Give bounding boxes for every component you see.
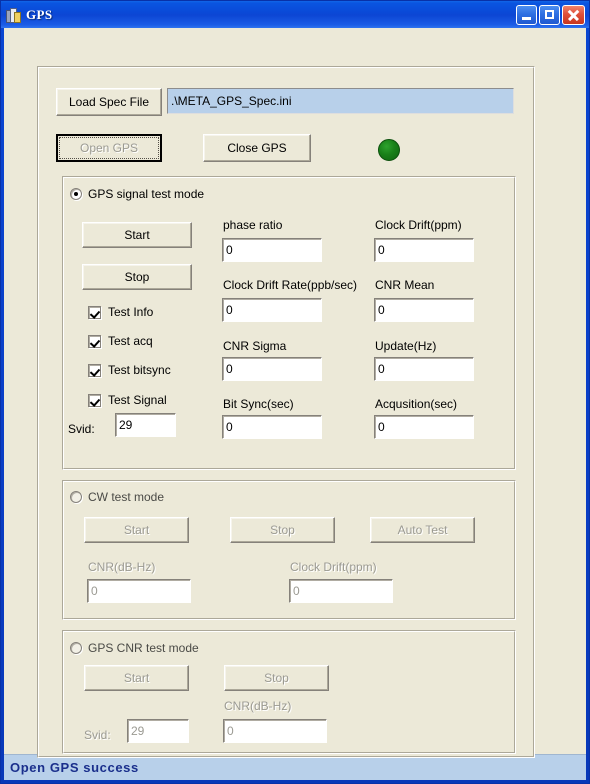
gps-cnr-start-button[interactable]: Start: [84, 665, 189, 691]
radio-dot-icon: [70, 642, 82, 654]
checkbox-icon: [88, 334, 101, 348]
clock-drift-rate-label: Clock Drift Rate(ppb/sec): [223, 278, 358, 292]
status-message: Open GPS success: [10, 760, 139, 775]
application-icon: [5, 7, 21, 23]
minimize-icon[interactable]: [516, 4, 537, 25]
acquisition-input[interactable]: 0: [374, 415, 474, 439]
connection-status-led: [378, 139, 400, 161]
cnr-sigma-label: CNR Sigma: [223, 339, 287, 353]
gps-signal-test-mode-label: GPS signal test mode: [88, 187, 205, 201]
checkbox-icon: [88, 363, 101, 377]
checkbox-icon: [88, 305, 101, 319]
gps-cnr-svid-input[interactable]: 29: [127, 719, 189, 743]
checkbox-test-info[interactable]: Test Info: [88, 305, 153, 319]
clock-drift-rate-input[interactable]: 0: [222, 298, 322, 322]
gps-cnr-test-mode-label: GPS CNR test mode: [88, 641, 199, 655]
cnr-sigma-input[interactable]: 0: [222, 357, 322, 381]
gps-signal-start-button[interactable]: Start: [82, 222, 192, 248]
cw-cnr-label: CNR(dB-Hz): [88, 560, 156, 574]
checkbox-icon: [88, 393, 101, 407]
cw-clock-drift-input[interactable]: 0: [289, 579, 393, 603]
cw-stop-button[interactable]: Stop: [230, 517, 335, 543]
checkbox-test-signal-label: Test Signal: [108, 393, 167, 407]
spec-file-path-field[interactable]: .\META_GPS_Spec.ini: [167, 88, 514, 114]
cnr-mean-label: CNR Mean: [375, 278, 435, 292]
phase-ratio-input[interactable]: 0: [222, 238, 322, 262]
cw-cnr-input[interactable]: 0: [87, 579, 191, 603]
checkbox-test-bitsync-label: Test bitsync: [108, 363, 171, 377]
client-area: Load Spec File .\META_GPS_Spec.ini Open …: [4, 28, 586, 780]
svid-label: Svid:: [68, 422, 95, 436]
window-controls: [516, 4, 587, 25]
gps-cnr-test-mode-radio[interactable]: GPS CNR test mode: [70, 641, 199, 655]
checkbox-test-bitsync[interactable]: Test bitsync: [88, 363, 171, 377]
load-spec-file-button[interactable]: Load Spec File: [56, 88, 162, 116]
svid-input[interactable]: 29: [115, 413, 176, 437]
gps-cnr-svid-label: Svid:: [84, 728, 111, 742]
radio-dot-icon: [70, 188, 82, 200]
window-title: GPS: [26, 6, 53, 22]
update-hz-label: Update(Hz): [375, 339, 437, 353]
open-gps-button[interactable]: Open GPS: [56, 134, 162, 162]
gps-signal-stop-button[interactable]: Stop: [82, 264, 192, 290]
clock-drift-label: Clock Drift(ppm): [375, 218, 462, 232]
gps-window: GPS Load Spec File .\META_GPS_Spec.ini O…: [0, 0, 590, 784]
clock-drift-input[interactable]: 0: [374, 238, 474, 262]
cw-test-mode-radio[interactable]: CW test mode: [70, 490, 164, 504]
bit-sync-input[interactable]: 0: [222, 415, 322, 439]
update-hz-input[interactable]: 0: [374, 357, 474, 381]
checkbox-test-info-label: Test Info: [108, 305, 154, 319]
checkbox-test-acq[interactable]: Test acq: [88, 334, 153, 348]
application-window-root: GPS Load Spec File .\META_GPS_Spec.ini O…: [0, 0, 590, 784]
gps-cnr-cnr-label: CNR(dB-Hz): [224, 699, 292, 713]
gps-signal-test-mode-radio[interactable]: GPS signal test mode: [70, 187, 204, 201]
radio-dot-icon: [70, 491, 82, 503]
bit-sync-label: Bit Sync(sec): [223, 397, 294, 411]
checkbox-test-signal[interactable]: Test Signal: [88, 393, 167, 407]
checkbox-test-acq-label: Test acq: [108, 334, 153, 348]
cw-clock-drift-label: Clock Drift(ppm): [290, 560, 377, 574]
cnr-mean-input[interactable]: 0: [374, 298, 474, 322]
gps-cnr-cnr-input[interactable]: 0: [223, 719, 327, 743]
close-icon[interactable]: [562, 4, 585, 25]
cw-start-button[interactable]: Start: [84, 517, 189, 543]
form-area: Load Spec File .\META_GPS_Spec.ini Open …: [4, 28, 586, 758]
maximize-icon[interactable]: [539, 4, 560, 25]
phase-ratio-label: phase ratio: [223, 218, 283, 232]
title-bar[interactable]: GPS: [1, 1, 589, 28]
acquisition-label: Acqusition(sec): [375, 397, 458, 411]
cw-test-mode-label: CW test mode: [88, 490, 165, 504]
gps-cnr-stop-button[interactable]: Stop: [224, 665, 329, 691]
close-gps-button[interactable]: Close GPS: [203, 134, 311, 162]
cw-auto-test-button[interactable]: Auto Test: [370, 517, 475, 543]
